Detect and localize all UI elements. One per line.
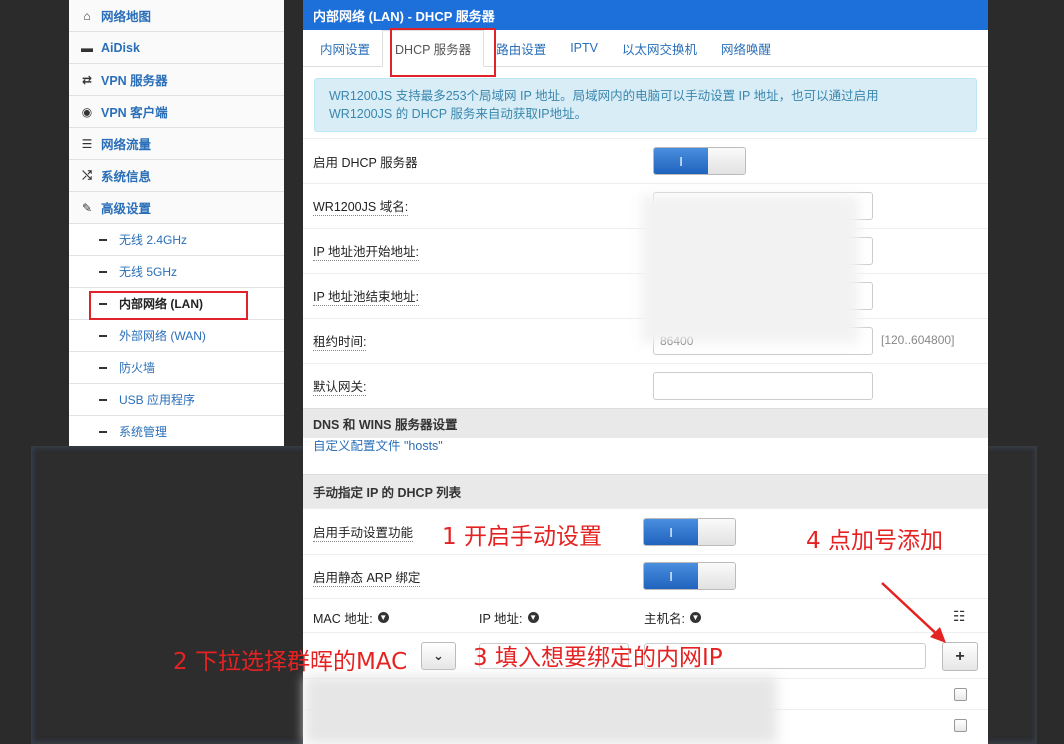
menu-label: VPN 客户端 (101, 106, 168, 120)
sub-usb[interactable]: USB 应用程序 (69, 384, 284, 416)
dash-icon (99, 238, 107, 241)
redaction-blur (305, 676, 777, 744)
alert-line-2: WR1200JS 的 DHCP 服务来自动获取IP地址。 (329, 107, 588, 121)
sub-label: USB 应用程序 (119, 393, 196, 407)
sub-wireless-5[interactable]: 无线 5GHz (69, 256, 284, 288)
sub-firewall[interactable]: 防火墙 (69, 352, 284, 384)
menu-label: VPN 服务器 (101, 74, 168, 88)
vpn-server-icon: ⇄ (81, 72, 93, 87)
sub-label: 防火墙 (119, 361, 156, 375)
annotation-step-1: 1 开启手动设置 (442, 524, 602, 550)
pool-end-label: IP 地址池结束地址: (313, 286, 420, 306)
menu-label: 高级设置 (101, 202, 152, 216)
tab-iptv[interactable]: IPTV (558, 30, 610, 66)
menu-traffic[interactable]: ☰ 网络流量 (69, 128, 284, 160)
sort-down-icon: ▼ (377, 612, 389, 623)
enable-dhcp-toggle[interactable]: I (653, 147, 746, 175)
traffic-icon: ☰ (81, 136, 93, 151)
menu-label: 网络流量 (101, 138, 152, 152)
tab-wol[interactable]: 网络唤醒 (709, 30, 783, 66)
menu-aidisk[interactable]: ▬ AiDisk (69, 32, 284, 64)
info-alert: WR1200JS 支持最多253个局域网 IP 地址。局域网内的电脑可以手动设置… (314, 78, 977, 132)
section-dns-wins[interactable]: DNS 和 WINS 服务器设置 (303, 408, 988, 438)
enable-dhcp-label: 启用 DHCP 服务器 (313, 155, 418, 170)
menu-vpn-client[interactable]: ◉ VPN 客户端 (69, 96, 284, 128)
annotation-step-3: 3 填入想要绑定的内网IP (473, 645, 723, 671)
enable-manual-toggle[interactable]: I (643, 518, 736, 546)
mac-dropdown-button[interactable]: ⌄ (421, 642, 456, 670)
alert-line-1: WR1200JS 支持最多253个局域网 IP 地址。局域网内的电脑可以手动设置… (329, 89, 879, 103)
redaction-blur (641, 195, 859, 343)
menu-label: 网络地图 (101, 10, 152, 24)
toggle-off (708, 148, 745, 174)
sub-label: 无线 2.4GHz (119, 233, 188, 247)
col-mac[interactable]: MAC 地址: ▼ (313, 608, 389, 627)
pool-start-label: IP 地址池开始地址: (313, 241, 420, 261)
tab-lan-settings[interactable]: 内网设置 (308, 30, 382, 66)
sort-down-icon: ▼ (689, 612, 701, 623)
col-ip[interactable]: IP 地址: ▼ (479, 608, 539, 627)
toggle-on: I (644, 519, 698, 545)
col-ip-label: IP 地址: (479, 612, 523, 626)
lease-label: 租约时间: (313, 331, 367, 351)
highlight-box-lan (89, 291, 248, 320)
row-checkbox[interactable] (954, 719, 967, 732)
sub-wan[interactable]: 外部网络 (WAN) (69, 320, 284, 352)
annotation-step-4: 4 点加号添加 (806, 528, 943, 554)
tab-switch[interactable]: 以太网交换机 (610, 30, 709, 66)
gateway-input[interactable] (653, 372, 873, 400)
annotation-step-2: 2 下拉选择群晖的MAC (173, 649, 408, 675)
highlight-box-dhcp-tab (390, 28, 496, 77)
shuffle-icon: ⤭ (82, 168, 92, 182)
disk-icon: ▬ (81, 40, 93, 55)
sub-label: 无线 5GHz (119, 265, 178, 279)
enable-manual-label: 启用手动设置功能 (313, 522, 414, 542)
lease-hint: [120..604800] (881, 333, 955, 347)
menu-label: AiDisk (101, 40, 140, 55)
sub-label: 系统管理 (119, 425, 168, 439)
row-checkbox[interactable] (954, 688, 967, 701)
menu-vpn-server[interactable]: ⇄ VPN 服务器 (69, 64, 284, 96)
menu-network-map[interactable]: ⌂ 网络地图 (69, 0, 284, 32)
menu-label: 系统信息 (101, 170, 152, 184)
toggle-on: I (654, 148, 708, 174)
sort-down-icon: ▼ (527, 612, 539, 623)
globe-icon: ◉ (81, 104, 93, 119)
dash-icon (99, 366, 107, 369)
sub-admin[interactable]: 系统管理 (69, 416, 284, 448)
col-host-label: 主机名: (644, 612, 685, 626)
annotation-arrow (881, 582, 946, 643)
enable-arp-label: 启用静态 ARP 绑定 (313, 567, 421, 587)
domain-label: WR1200JS 域名: (313, 196, 409, 216)
toggle-off (698, 519, 735, 545)
section-manual-dhcp: 手动指定 IP 的 DHCP 列表 (303, 474, 988, 508)
dash-icon (99, 334, 107, 337)
hosts-link[interactable]: 自定义配置文件 "hosts" (313, 440, 443, 452)
row-enable-dhcp: 启用 DHCP 服务器 I (303, 138, 988, 183)
col-host[interactable]: 主机名: ▼ (644, 608, 701, 627)
sub-label: 外部网络 (WAN) (119, 329, 206, 343)
page-title: 内部网络 (LAN) - DHCP 服务器 (303, 0, 988, 30)
sub-wireless-24[interactable]: 无线 2.4GHz (69, 224, 284, 256)
toggle-off (698, 563, 735, 589)
home-icon: ⌂ (83, 8, 91, 23)
dash-icon (99, 270, 107, 273)
menu-advanced[interactable]: ✎ 高级设置 (69, 192, 284, 224)
gateway-label: 默认网关: (313, 376, 367, 396)
dash-icon (99, 398, 107, 401)
col-mac-label: MAC 地址: (313, 612, 373, 626)
toggle-on: I (644, 563, 698, 589)
dash-icon (99, 430, 107, 433)
row-gateway: 默认网关: (303, 363, 988, 408)
wrench-icon: ✎ (81, 200, 93, 215)
menu-system-info[interactable]: ⤭ 系统信息 (69, 160, 284, 192)
enable-arp-toggle[interactable]: I (643, 562, 736, 590)
